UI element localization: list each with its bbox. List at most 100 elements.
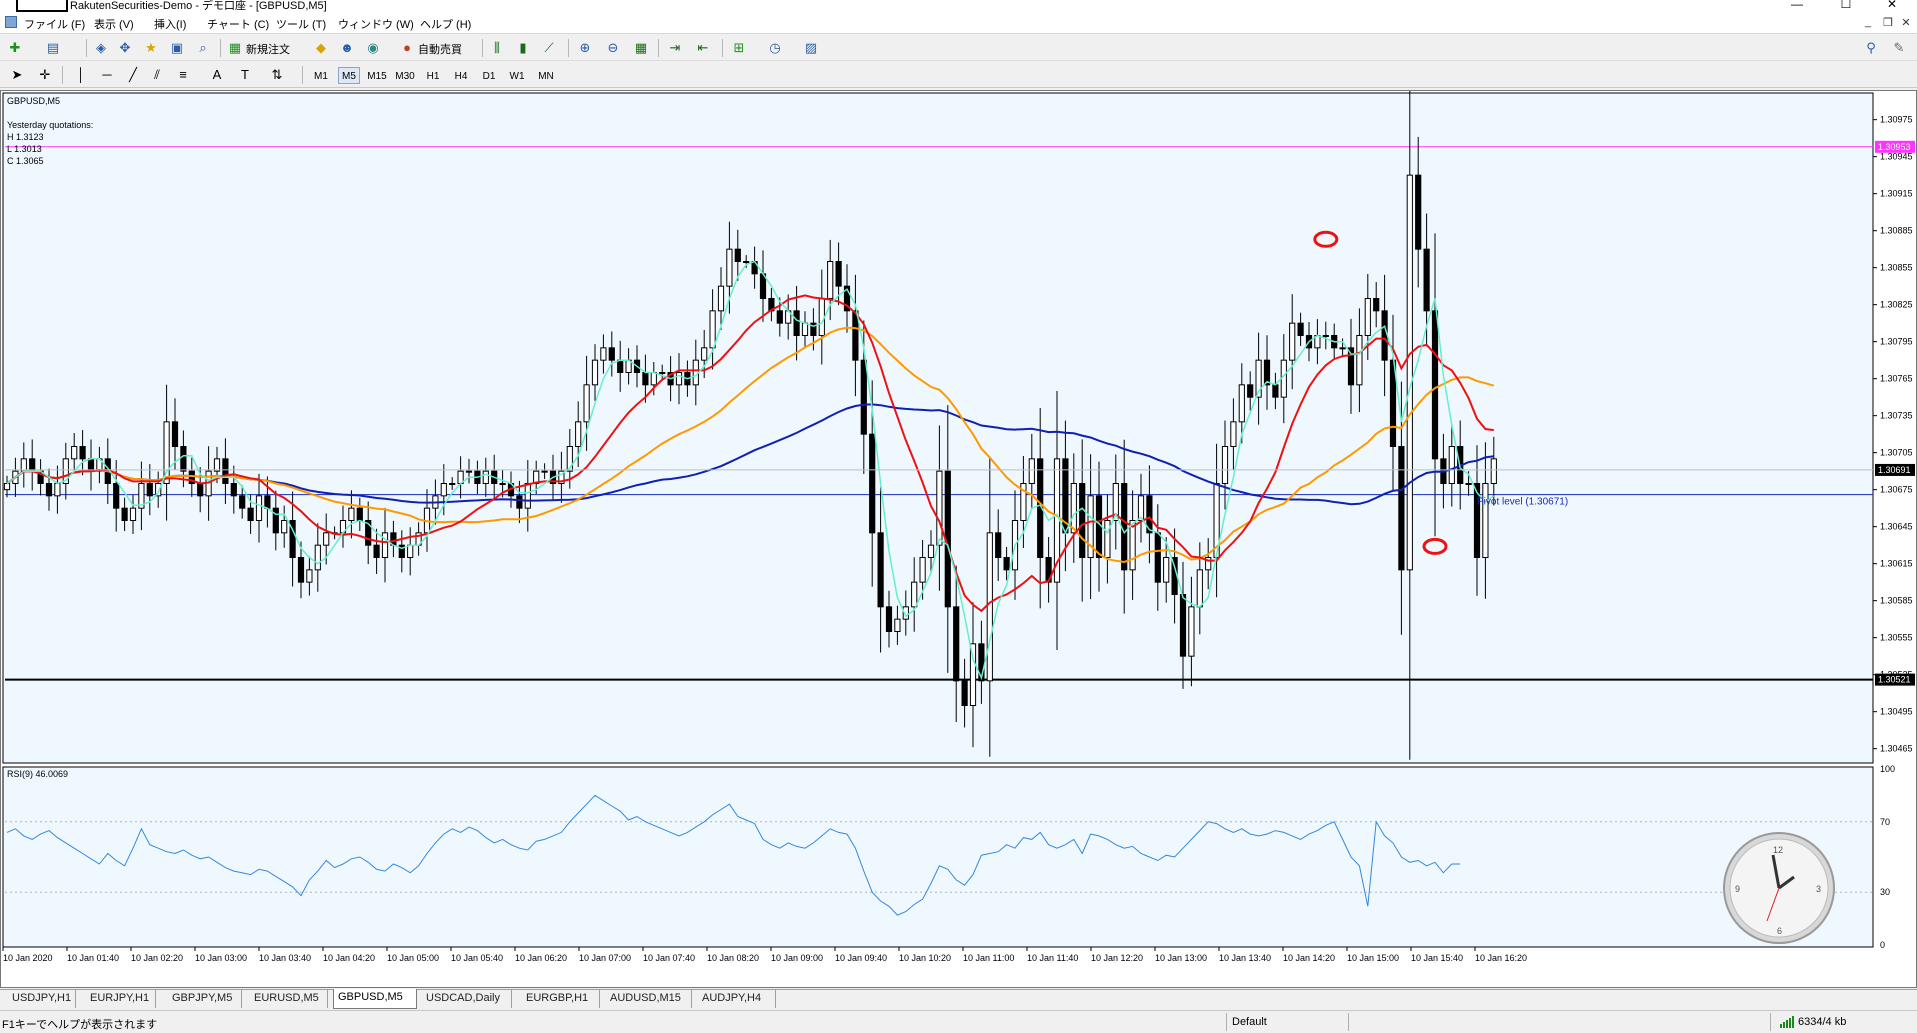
strategy-tester-icon[interactable]: ⌕ xyxy=(194,39,212,57)
price-axis-tick: 1.30945 xyxy=(1880,152,1913,162)
price-axis-tick: 1.30645 xyxy=(1880,522,1913,532)
channel-icon[interactable]: ⫽ xyxy=(148,66,166,84)
auto-trading-icon[interactable]: ● xyxy=(398,39,416,57)
search-icon[interactable]: ⚲ xyxy=(1862,39,1880,57)
resistance-price-label-text: 1.30953 xyxy=(1878,142,1911,152)
tab-eurjpy-h1[interactable]: EURJPY,H1 xyxy=(86,990,156,1008)
rsi-label: RSI(9) 46.0069 xyxy=(7,769,68,779)
price-axis-tick: 1.30975 xyxy=(1880,115,1913,125)
bar-chart-icon[interactable]: ⫼ xyxy=(488,39,506,57)
price-axis-tick: 1.30555 xyxy=(1880,633,1913,643)
tab-gbpusd-m5[interactable]: GBPUSD,M5 xyxy=(333,989,417,1009)
chart-window[interactable]: 1.30975 1.30945 1.30915 1.30885 1.30855 1.308… xyxy=(0,90,1917,988)
vertical-line-icon[interactable]: │ xyxy=(72,66,90,84)
price-axis-tick: 1.30855 xyxy=(1880,263,1913,273)
current-price-label-text: 1.30691 xyxy=(1878,465,1911,475)
drawing-toolbar: ➤ ✛ │ ─ ╱ ⫽ ≡ A T ⇅ M1 M5 M15 M30 H1 H4 … xyxy=(0,62,1917,88)
new-order-button[interactable]: 新規注文 xyxy=(246,41,290,57)
svg-text:12: 12 xyxy=(1773,845,1783,855)
timeframe-h1[interactable]: H1 xyxy=(422,67,444,84)
time-axis-tick: 10 Jan 09:40 xyxy=(835,953,887,963)
text-icon[interactable]: A xyxy=(208,66,226,84)
timeframe-m5[interactable]: M5 xyxy=(338,67,360,84)
metaeditor-icon[interactable]: ◆ xyxy=(312,39,330,57)
menu-view[interactable]: 表示 (V) xyxy=(94,16,134,32)
rsi-axis-tick: 70 xyxy=(1880,817,1890,827)
zoom-in-icon[interactable]: ⊕ xyxy=(576,39,594,57)
chart-shift-icon[interactable]: ⇤ xyxy=(694,39,712,57)
yesterday-high: H 1.3123 xyxy=(7,132,44,142)
tab-usdjpy-h1[interactable]: USDJPY,H1 xyxy=(8,990,76,1008)
menu-help[interactable]: ヘルプ (H) xyxy=(420,16,471,32)
cursor-icon[interactable]: ➤ xyxy=(8,66,26,84)
fibonacci-icon[interactable]: ≡ xyxy=(174,66,192,84)
profiles-icon[interactable]: ▤ xyxy=(44,39,62,57)
rsi-plot-area xyxy=(2,766,1874,948)
tab-audjpy-h4[interactable]: AUDJPY,H4 xyxy=(698,990,776,1008)
auto-scroll-icon[interactable]: ⇥ xyxy=(666,39,684,57)
timeframe-m30[interactable]: M30 xyxy=(392,67,418,84)
menu-insert[interactable]: 挿入(I) xyxy=(154,16,186,32)
profile-name[interactable]: Default xyxy=(1232,1016,1267,1028)
menu-tools[interactable]: ツール (T) xyxy=(276,16,326,32)
new-chart-icon[interactable]: ✚ xyxy=(6,39,24,57)
tab-usdcad-daily[interactable]: USDCAD,Daily xyxy=(422,990,512,1008)
tab-audusd-m15[interactable]: AUDUSD,M15 xyxy=(606,990,692,1008)
time-axis-tick: 10 Jan 15:00 xyxy=(1347,953,1399,963)
trendline-icon[interactable]: ╱ xyxy=(124,66,142,84)
title-bar: RakutenSecurities-Demo - デモ口座 - [GBPUSD,… xyxy=(0,0,1917,12)
arrows-icon[interactable]: ⇅ xyxy=(268,66,286,84)
indicators-icon[interactable]: ⊞ xyxy=(730,39,748,57)
mdi-close-button[interactable]: ✕ xyxy=(1898,16,1914,29)
menu-window[interactable]: ウィンドウ (W) xyxy=(338,16,414,32)
market-watch-icon[interactable]: ◈ xyxy=(92,39,110,57)
data-window-icon[interactable]: ✥ xyxy=(116,39,134,57)
timeframe-d1[interactable]: D1 xyxy=(478,67,500,84)
timeframe-m1[interactable]: M1 xyxy=(310,67,332,84)
signals-icon[interactable]: ◉ xyxy=(364,39,382,57)
time-axis-tick: 10 Jan 15:40 xyxy=(1411,953,1463,963)
chart-window-icon[interactable] xyxy=(5,16,17,28)
timeframe-m15[interactable]: M15 xyxy=(364,67,390,84)
periods-icon[interactable]: ◷ xyxy=(766,39,784,57)
time-axis-tick: 10 Jan 05:00 xyxy=(387,953,439,963)
menu-chart[interactable]: チャート (C) xyxy=(207,16,269,32)
menu-file[interactable]: ファイル (F) xyxy=(24,16,85,32)
yesterday-low: L 1.3013 xyxy=(7,144,42,154)
line-chart-icon[interactable]: ⟋ xyxy=(540,39,558,57)
navigator-icon[interactable]: ★ xyxy=(142,39,160,57)
zoom-out-icon[interactable]: ⊖ xyxy=(604,39,622,57)
connection-status-icon[interactable] xyxy=(1780,1016,1796,1028)
price-axis-tick: 1.30735 xyxy=(1880,411,1913,421)
auto-trading-button[interactable]: 自動売買 xyxy=(418,41,462,57)
time-axis-tick: 10 Jan 11:40 xyxy=(1027,953,1078,963)
price-axis-tick: 1.30495 xyxy=(1880,707,1913,717)
tab-eurgbp-h1[interactable]: EURGBP,H1 xyxy=(522,990,600,1008)
traffic-counter: 6334/4 kb xyxy=(1798,1016,1847,1028)
text-label-icon[interactable]: T xyxy=(236,66,254,84)
new-order-icon[interactable]: ▦ xyxy=(226,39,244,57)
chat-bubble-icon[interactable]: ✎ xyxy=(1890,39,1908,57)
timeframe-w1[interactable]: W1 xyxy=(506,67,528,84)
time-axis-tick: 10 Jan 06:20 xyxy=(515,953,567,963)
time-axis-tick: 10 Jan 12:20 xyxy=(1091,953,1143,963)
candlestick-chart-icon[interactable]: ▮ xyxy=(514,39,532,57)
templates-icon[interactable]: ▨ xyxy=(802,39,820,57)
tile-windows-icon[interactable]: ▦ xyxy=(632,39,650,57)
crosshair-icon[interactable]: ✛ xyxy=(36,66,54,84)
mdi-restore-button[interactable]: ❐ xyxy=(1880,16,1896,29)
horizontal-line-icon[interactable]: ─ xyxy=(98,66,116,84)
minimize-button[interactable]: — xyxy=(1787,0,1807,11)
time-axis-tick: 10 Jan 05:40 xyxy=(451,953,503,963)
timeframe-h4[interactable]: H4 xyxy=(450,67,472,84)
maximize-button[interactable]: ☐ xyxy=(1836,0,1856,11)
close-button[interactable]: ✕ xyxy=(1882,0,1902,11)
price-chart[interactable]: 1.30975 1.30945 1.30915 1.30885 1.30855 1.308… xyxy=(1,91,1916,987)
tab-gbpjpy-m5[interactable]: GBPJPY,M5 xyxy=(168,990,242,1008)
tab-eurusd-m5[interactable]: EURUSD,M5 xyxy=(250,990,328,1008)
chat-icon[interactable]: ☻ xyxy=(338,39,356,57)
time-axis-tick: 10 Jan 07:00 xyxy=(579,953,631,963)
timeframe-mn[interactable]: MN xyxy=(534,67,558,84)
terminal-icon[interactable]: ▣ xyxy=(168,39,186,57)
mdi-minimize-button[interactable]: _ xyxy=(1860,16,1876,28)
